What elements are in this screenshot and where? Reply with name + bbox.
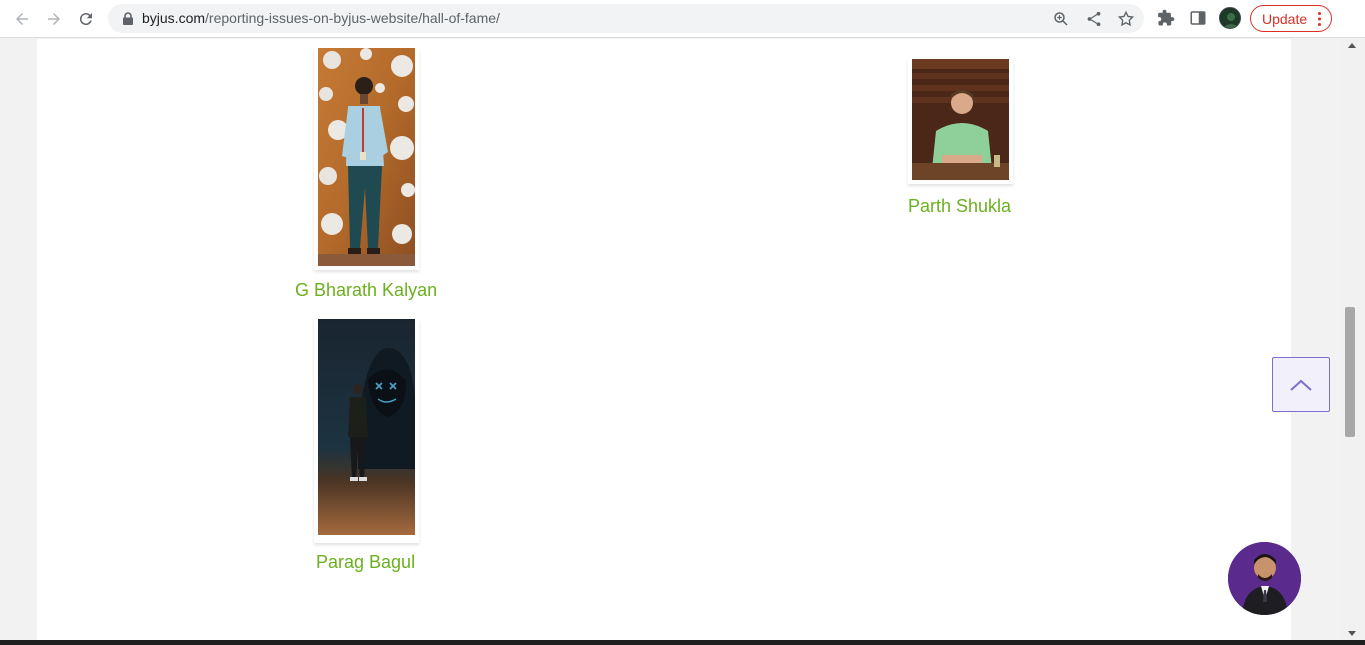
- back-to-top-button[interactable]: [1272, 357, 1330, 412]
- more-vert-icon: [1318, 12, 1321, 26]
- bookmark-star-icon[interactable]: [1117, 10, 1135, 28]
- profile-avatar-icon: [1220, 8, 1240, 28]
- reload-button[interactable]: [74, 7, 98, 31]
- scroll-thumb[interactable]: [1345, 307, 1355, 437]
- arrow-left-icon: [16, 13, 28, 25]
- browser-toolbar: byjus.com/reporting-issues-on-byjus-webs…: [0, 0, 1365, 38]
- lock-icon: [123, 12, 133, 25]
- chevron-up-icon: [1290, 379, 1312, 391]
- profile-photo-g-bharath-kalyan: [318, 48, 415, 266]
- profile-photo-card: [314, 48, 419, 270]
- update-label: Update: [1262, 10, 1308, 27]
- profile-photo-parth-shukla: [912, 59, 1009, 180]
- cutoff-name-fragment: [947, 39, 1007, 41]
- hall-of-fame-content: G Bharath Kalyan Parth Shukla Parag Bagu…: [37, 39, 1291, 640]
- assistant-avatar-icon: [1228, 542, 1301, 615]
- back-button[interactable]: [10, 7, 34, 31]
- scroll-down-arrow-icon[interactable]: [1348, 631, 1356, 636]
- profile-avatar[interactable]: [1219, 7, 1241, 29]
- page-viewport: G Bharath Kalyan Parth Shukla Parag Bagu…: [0, 39, 1342, 640]
- hall-of-fame-name-link[interactable]: Parth Shukla: [908, 196, 1011, 217]
- page-scrollbar[interactable]: [1342, 39, 1365, 640]
- zoom-icon[interactable]: [1052, 10, 1070, 28]
- text-fragment-icon: [947, 39, 1007, 41]
- arrow-right-icon: [48, 13, 60, 25]
- address-bar[interactable]: byjus.com/reporting-issues-on-byjus-webs…: [108, 4, 1144, 33]
- update-button[interactable]: Update: [1250, 5, 1332, 32]
- profile-photo-card: [908, 59, 1013, 184]
- reload-icon: [79, 13, 92, 26]
- profile-photo-card: [314, 319, 419, 543]
- scroll-up-arrow-icon[interactable]: [1348, 43, 1356, 48]
- url-path: /reporting-issues-on-byjus-website/hall-…: [205, 10, 500, 26]
- hall-of-fame-name-link[interactable]: G Bharath Kalyan: [295, 280, 437, 301]
- extensions-puzzle-icon[interactable]: [1157, 9, 1175, 27]
- window-bottom-edge: [0, 640, 1365, 645]
- chat-assistant-button[interactable]: [1228, 542, 1301, 615]
- side-panel-icon[interactable]: [1189, 9, 1207, 27]
- share-icon[interactable]: [1085, 10, 1103, 28]
- url-text: byjus.com/reporting-issues-on-byjus-webs…: [142, 10, 500, 26]
- forward-button[interactable]: [42, 7, 66, 31]
- person-photo-icon: [912, 59, 1009, 180]
- person-photo-icon: [318, 319, 415, 535]
- person-photo-icon: [318, 48, 415, 266]
- url-host: byjus.com: [142, 10, 206, 26]
- profile-photo-parag-bagul: [318, 319, 415, 539]
- hall-of-fame-name-link[interactable]: Parag Bagul: [316, 552, 415, 573]
